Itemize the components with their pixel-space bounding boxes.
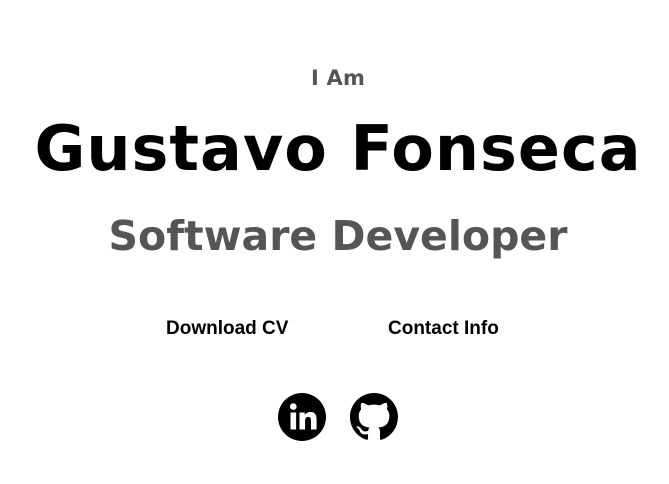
github-icon [350, 393, 398, 440]
profile-title: Software Developer [108, 212, 568, 260]
profile-name: Gustavo Fonseca [34, 112, 642, 185]
github-link[interactable] [350, 393, 398, 441]
contact-info-button[interactable]: Contact Info [388, 318, 499, 340]
linkedin-link[interactable] [278, 393, 326, 441]
linkedin-icon [278, 393, 326, 441]
greeting-text: I Am [310, 66, 366, 90]
download-cv-button[interactable]: Download CV [166, 318, 288, 340]
